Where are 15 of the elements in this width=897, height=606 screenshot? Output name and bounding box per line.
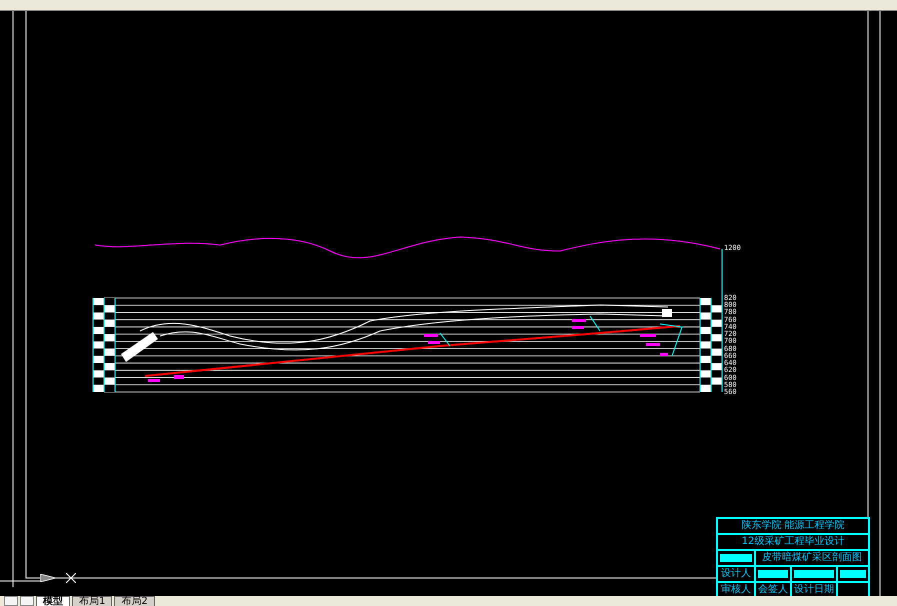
ucs-arrow-icon — [40, 574, 56, 582]
layout-tab[interactable]: 布局1 — [72, 596, 112, 606]
filled-block — [758, 570, 788, 578]
first-tab-button[interactable] — [4, 596, 18, 606]
title-block-label: 设计人 — [717, 566, 755, 582]
filled-block — [720, 554, 752, 562]
school-name: 陕东学院 能源工程学院 — [717, 518, 869, 534]
filled-block — [840, 570, 866, 578]
x-axis-icon — [66, 573, 76, 583]
layout-tab[interactable]: 模型 — [36, 596, 70, 606]
layout-tab[interactable]: 布局2 — [114, 596, 155, 606]
filled-block — [794, 570, 834, 578]
next-tab-button[interactable] — [20, 596, 34, 606]
project-name: 12级采矿工程毕业设计 — [717, 534, 869, 550]
drawing-title: 皮带暗煤矿采区剖面图 — [755, 550, 869, 566]
